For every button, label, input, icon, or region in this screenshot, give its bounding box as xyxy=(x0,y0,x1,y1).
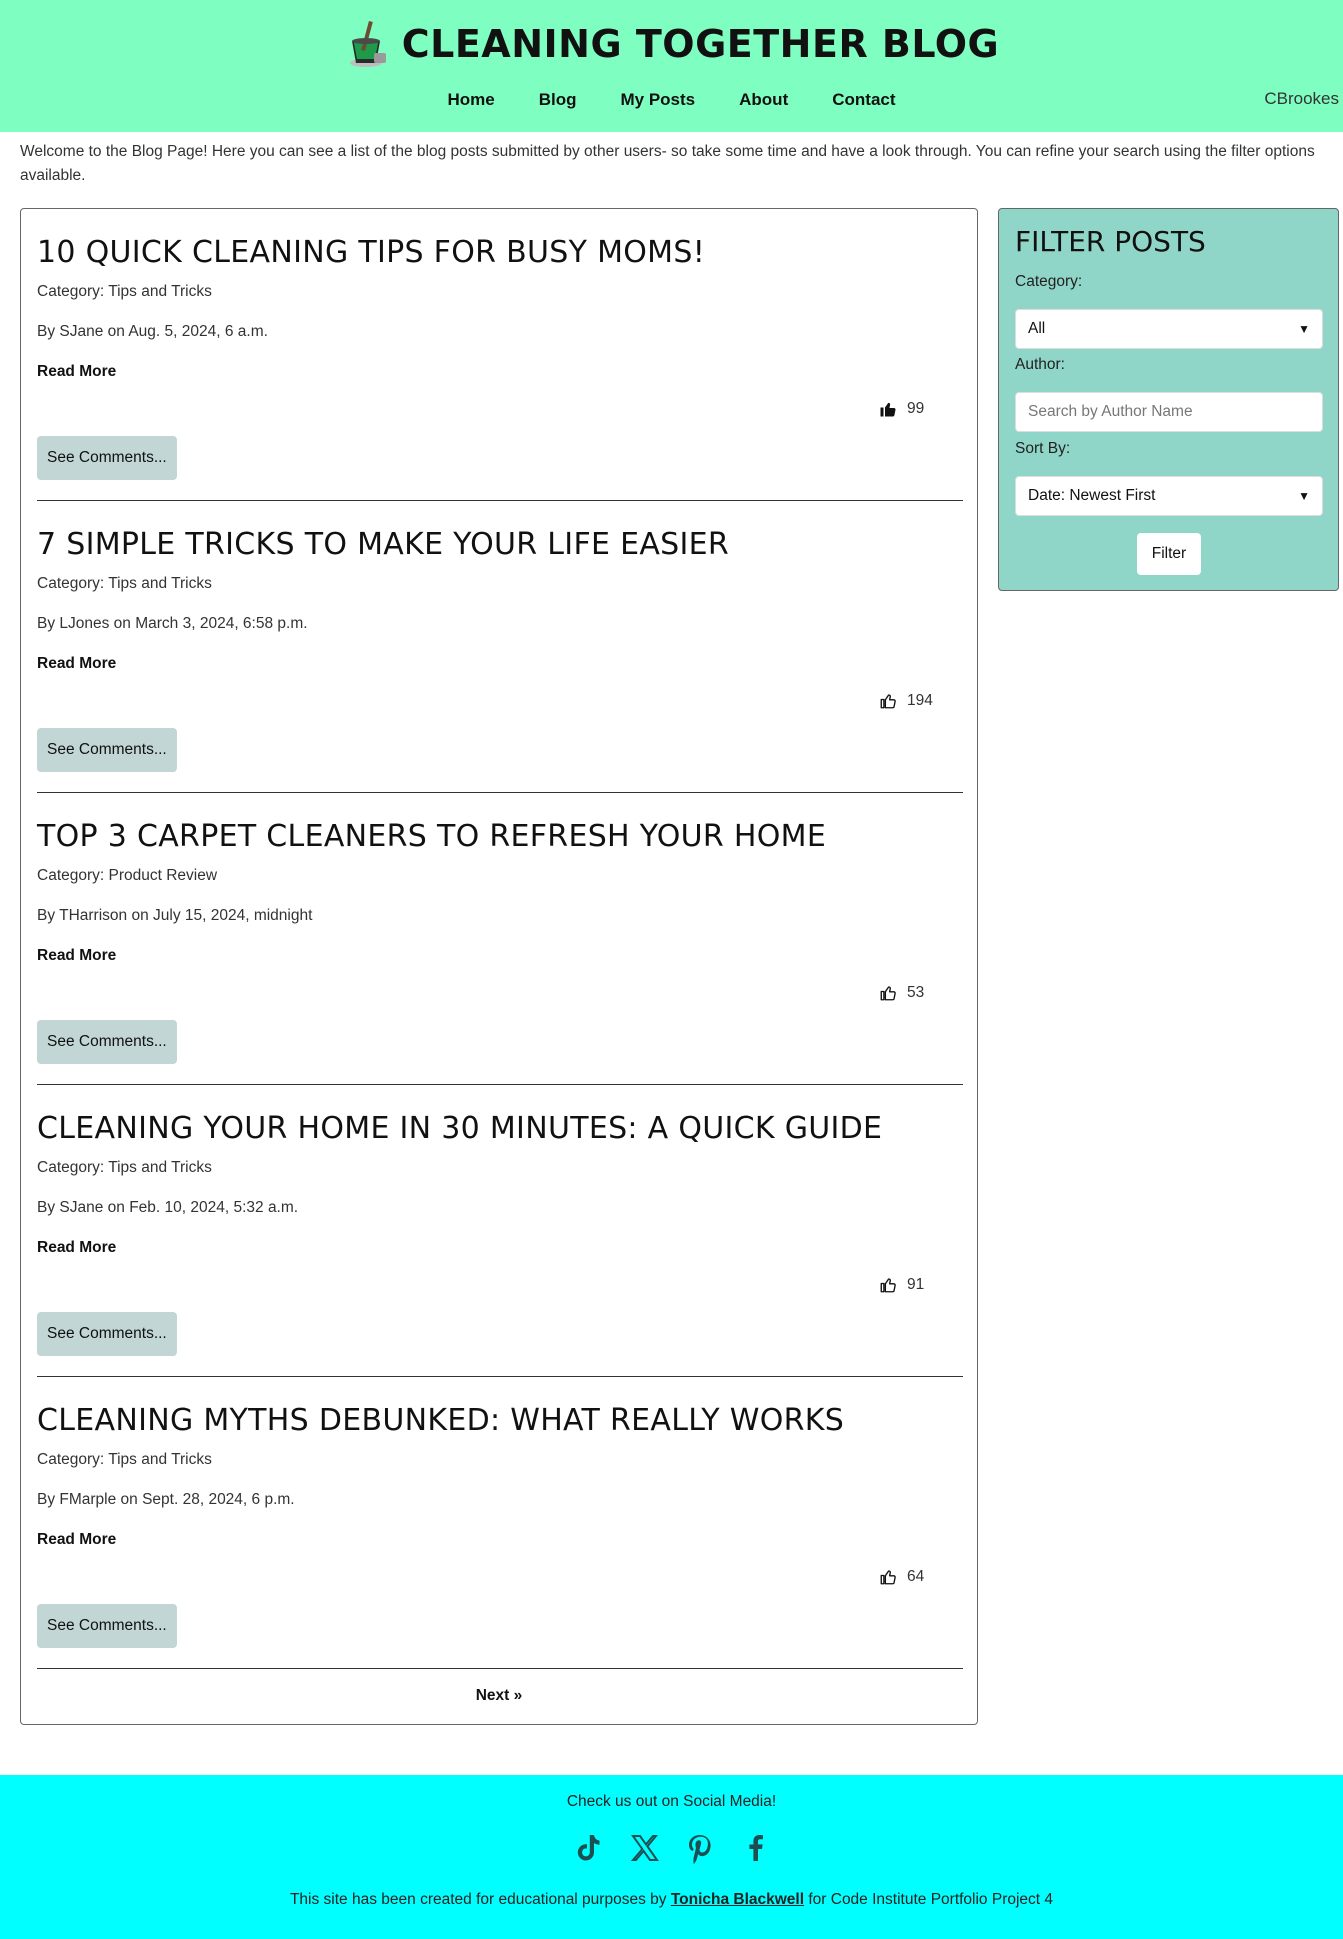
read-more-link[interactable]: Read More xyxy=(37,947,116,965)
post-title: 7 SIMPLE TRICKS TO MAKE YOUR LIFE EASIER xyxy=(37,527,730,562)
nav-about-link[interactable]: About xyxy=(717,86,810,114)
sort-selected-value: Date: Newest First xyxy=(1028,487,1156,504)
nav-contact-link[interactable]: Contact xyxy=(810,86,917,114)
author-search-input[interactable]: Search by Author Name xyxy=(1015,392,1323,432)
post-category: Category: Tips and Tricks xyxy=(37,283,212,300)
category-selected-value: All xyxy=(1028,320,1046,337)
post-card: 7 SIMPLE TRICKS TO MAKE YOUR LIFE EASIER… xyxy=(37,501,963,793)
thumbs-up-filled-icon[interactable] xyxy=(879,400,897,418)
nav-home-link[interactable]: Home xyxy=(425,86,516,114)
post-category: Category: Tips and Tricks xyxy=(37,1159,212,1176)
like-count: 91 xyxy=(907,1276,925,1293)
post-likes: 91 xyxy=(879,1276,924,1294)
facebook-icon[interactable] xyxy=(739,1831,773,1865)
post-byline: By SJane on Aug. 5, 2024, 6 a.m. xyxy=(37,323,268,340)
nav-blog-link[interactable]: Blog xyxy=(517,86,599,114)
like-count: 64 xyxy=(907,1568,925,1585)
read-more-link[interactable]: Read More xyxy=(37,655,116,673)
read-more-link[interactable]: Read More xyxy=(37,1239,116,1257)
like-count: 99 xyxy=(907,400,925,417)
post-card: CLEANING YOUR HOME IN 30 MINUTES: A QUIC… xyxy=(37,1085,963,1377)
post-title: 10 QUICK CLEANING TIPS FOR BUSY MOMS! xyxy=(37,235,706,270)
like-count: 194 xyxy=(907,692,933,709)
sort-select[interactable]: Date: Newest First ▼ xyxy=(1015,476,1323,516)
current-user-name: CBrookes xyxy=(1264,89,1339,108)
thumbs-up-outline-icon[interactable] xyxy=(879,1568,897,1586)
read-more-link[interactable]: Read More xyxy=(37,1531,116,1549)
post-likes: 53 xyxy=(879,984,924,1002)
post-byline: By FMarple on Sept. 28, 2024, 6 p.m. xyxy=(37,1491,295,1508)
next-page-link[interactable]: Next » xyxy=(476,1687,523,1704)
brand: CLEANING TOGETHER BLOG xyxy=(0,16,1343,72)
category-label: Category: xyxy=(1015,273,1083,290)
post-card: CLEANING MYTHS DEBUNKED: WHAT REALLY WOR… xyxy=(37,1377,963,1669)
post-card: TOP 3 CARPET CLEANERS TO REFRESH YOUR HO… xyxy=(37,793,963,1085)
read-more-link[interactable]: Read More xyxy=(37,363,116,381)
post-likes: 194 xyxy=(879,692,933,710)
chevron-down-icon: ▼ xyxy=(1298,322,1310,336)
post-category: Category: Tips and Tricks xyxy=(37,1451,212,1468)
x-icon[interactable] xyxy=(627,1831,661,1865)
thumbs-up-outline-icon[interactable] xyxy=(879,692,897,710)
site-credit: This site has been created for education… xyxy=(0,1891,1343,1909)
intro-text: Welcome to the Blog Page! Here you can s… xyxy=(20,143,1315,184)
like-count: 53 xyxy=(907,984,925,1001)
see-comments-button[interactable]: See Comments... xyxy=(37,1604,177,1648)
post-byline: By THarrison on July 15, 2024, midnight xyxy=(37,907,313,924)
filter-panel: FILTER POSTS Category: All ▼ Author: Sea… xyxy=(998,208,1339,591)
post-title: CLEANING YOUR HOME IN 30 MINUTES: A QUIC… xyxy=(37,1111,883,1146)
see-comments-button[interactable]: See Comments... xyxy=(37,1020,177,1064)
see-comments-button[interactable]: See Comments... xyxy=(37,728,177,772)
site-footer: Check us out on Social Media! This site … xyxy=(0,1775,1343,1939)
cleaning-bucket-logo-icon xyxy=(349,20,386,67)
filter-title: FILTER POSTS xyxy=(1015,225,1206,258)
nav-my-posts-link[interactable]: My Posts xyxy=(599,86,718,114)
author-label: Author: xyxy=(1015,356,1065,373)
post-category: Category: Tips and Tricks xyxy=(37,575,212,592)
pinterest-icon[interactable] xyxy=(683,1831,717,1865)
credit-prefix: This site has been created for education… xyxy=(289,1891,671,1908)
filter-button[interactable]: Filter xyxy=(1137,533,1201,575)
social-links xyxy=(0,1831,1343,1865)
post-likes: 99 xyxy=(879,400,924,418)
chevron-down-icon: ▼ xyxy=(1298,489,1310,503)
post-likes: 64 xyxy=(879,1568,924,1586)
category-select[interactable]: All ▼ xyxy=(1015,309,1323,349)
author-search-placeholder: Search by Author Name xyxy=(1028,403,1193,420)
sort-label: Sort By: xyxy=(1015,440,1071,457)
author-credit-link[interactable]: Tonicha Blackwell xyxy=(671,1891,804,1908)
pagination: Next » xyxy=(21,1687,977,1705)
tiktok-icon[interactable] xyxy=(571,1831,605,1865)
post-list: 10 QUICK CLEANING TIPS FOR BUSY MOMS! Ca… xyxy=(20,208,978,1725)
post-byline: By SJane on Feb. 10, 2024, 5:32 a.m. xyxy=(37,1199,299,1216)
post-byline: By LJones on March 3, 2024, 6:58 p.m. xyxy=(37,615,308,632)
credit-suffix: for Code Institute Portfolio Project 4 xyxy=(804,1891,1054,1908)
site-title: CLEANING TOGETHER BLOG xyxy=(401,22,1000,66)
post-card: 10 QUICK CLEANING TIPS FOR BUSY MOMS! Ca… xyxy=(37,209,963,501)
main-nav: Home Blog My Posts About Contact xyxy=(0,86,1343,114)
post-category: Category: Product Review xyxy=(37,867,218,884)
see-comments-button[interactable]: See Comments... xyxy=(37,1312,177,1356)
post-title: CLEANING MYTHS DEBUNKED: WHAT REALLY WOR… xyxy=(37,1403,845,1438)
site-header: CLEANING TOGETHER BLOG Home Blog My Post… xyxy=(0,0,1343,132)
social-cta: Check us out on Social Media! xyxy=(566,1793,777,1810)
post-title: TOP 3 CARPET CLEANERS TO REFRESH YOUR HO… xyxy=(37,819,827,854)
thumbs-up-outline-icon[interactable] xyxy=(879,984,897,1002)
thumbs-up-outline-icon[interactable] xyxy=(879,1276,897,1294)
see-comments-button[interactable]: See Comments... xyxy=(37,436,177,480)
